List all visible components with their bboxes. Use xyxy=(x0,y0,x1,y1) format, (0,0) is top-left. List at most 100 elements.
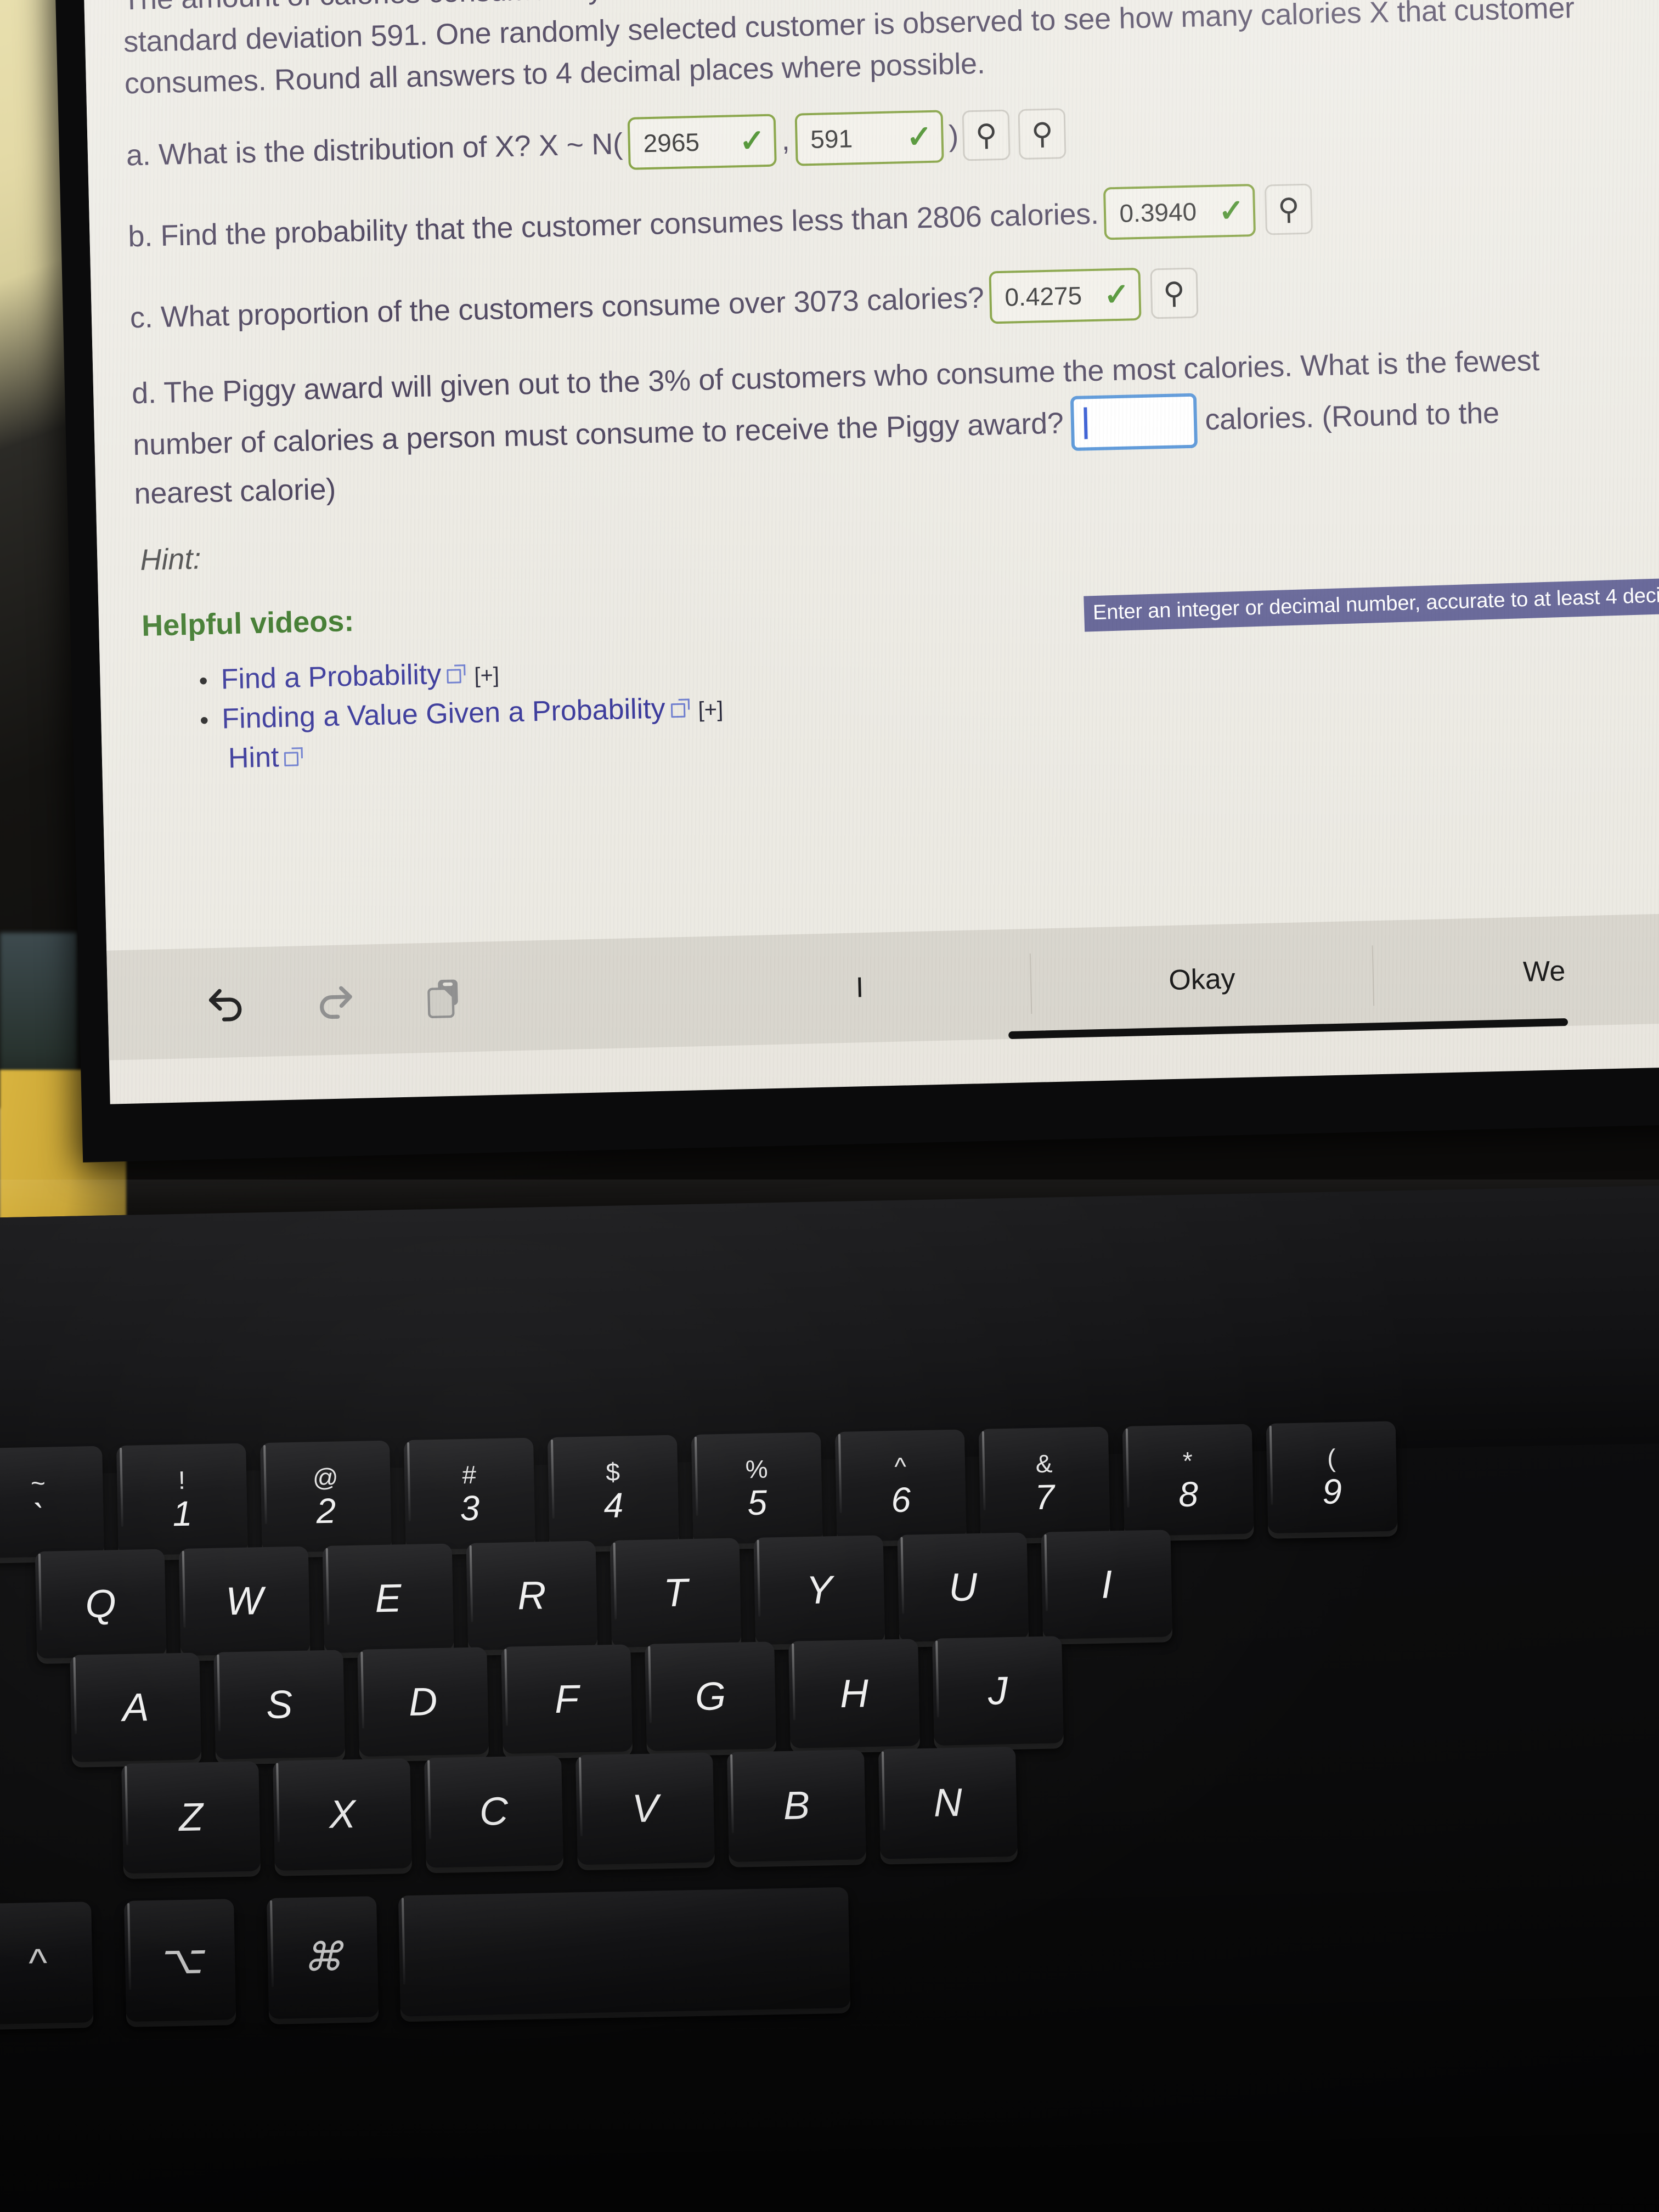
key-z[interactable]: Z xyxy=(121,1761,261,1874)
key-u[interactable]: U xyxy=(897,1532,1029,1642)
key-label: X xyxy=(329,1792,356,1837)
key-shift-label: $ xyxy=(605,1457,620,1487)
key-blank[interactable] xyxy=(398,1887,850,2017)
part-d-line2-after: calories. (Round to the xyxy=(1204,396,1500,437)
part-c-input[interactable]: 0.4275 ✓ xyxy=(989,267,1142,324)
key-7[interactable]: & 7 xyxy=(978,1426,1110,1539)
undo-icon[interactable] xyxy=(200,978,251,1028)
key-w[interactable]: W xyxy=(178,1546,311,1656)
keyboard-row-bottom: Z X CV B N xyxy=(121,1746,1032,1874)
key-label: 8 xyxy=(1178,1474,1199,1515)
key-n[interactable]: N xyxy=(878,1746,1018,1859)
part-b-value: 0.3940 xyxy=(1119,197,1197,228)
part-c-value: 0.4275 xyxy=(1004,281,1082,312)
part-b-helper-button[interactable]: ⚲ xyxy=(1264,183,1313,235)
key-shift-label: ! xyxy=(178,1465,186,1495)
key-⌘[interactable]: ⌘ xyxy=(266,1896,379,2019)
part-b-text: b. Find the probability that the custome… xyxy=(127,197,1099,253)
key-h[interactable]: H xyxy=(788,1639,920,1748)
video-link-find-a-probability[interactable]: Find a Probability xyxy=(221,658,442,696)
external-link-icon[interactable] xyxy=(447,664,466,684)
part-c-helper-button[interactable]: ⚲ xyxy=(1149,267,1199,319)
key-b[interactable]: B xyxy=(726,1750,866,1862)
part-a-prompt: a. What is the distribution of X? X ~ N( xyxy=(126,127,623,172)
key-label: ` xyxy=(32,1496,45,1537)
key-s[interactable]: S xyxy=(213,1650,346,1759)
check-icon: ✓ xyxy=(1103,276,1130,312)
key-label: 5 xyxy=(747,1482,768,1523)
prediction-2[interactable]: Okay xyxy=(1030,945,1375,1014)
bullet-icon: • xyxy=(199,666,208,695)
external-link-icon[interactable] xyxy=(284,747,303,767)
keyboard-row-home: A S DF G H J xyxy=(70,1636,1077,1762)
key-f[interactable]: F xyxy=(501,1644,633,1754)
key-x[interactable]: X xyxy=(273,1758,412,1871)
key-^[interactable]: ^ xyxy=(0,1901,94,2025)
key-3[interactable]: #3 xyxy=(403,1437,535,1550)
key-label: 9 xyxy=(1322,1471,1342,1512)
hint-link[interactable]: Hint xyxy=(228,741,279,775)
answer-key-icon: ⚲ xyxy=(975,119,998,152)
key-y[interactable]: Y xyxy=(753,1535,885,1645)
part-a-helper-button-1[interactable]: ⚲ xyxy=(962,109,1011,161)
part-a-helper-button-2[interactable]: ⚲ xyxy=(1018,108,1066,160)
bullet-icon: • xyxy=(199,706,210,735)
part-a-mean-input[interactable]: 2965 ✓ xyxy=(627,114,777,170)
key-1[interactable]: ! 1 xyxy=(116,1443,248,1556)
key-c[interactable]: C xyxy=(424,1755,563,1868)
key-label: Z xyxy=(178,1795,204,1840)
key-label: 4 xyxy=(603,1485,624,1526)
answer-key-icon: ⚲ xyxy=(1031,117,1054,151)
key-label: S xyxy=(266,1682,293,1727)
key-j[interactable]: J xyxy=(932,1636,1064,1746)
key-label: T xyxy=(663,1570,689,1615)
problem-statement: The amount of calories consumed by custo… xyxy=(122,0,1586,100)
part-a-sd-input[interactable]: 591 ✓ xyxy=(794,110,944,166)
redo-icon[interactable] xyxy=(310,975,360,1025)
key-r[interactable]: R xyxy=(466,1541,598,1650)
key-`[interactable]: ~ ` xyxy=(0,1446,104,1559)
key-label: Y xyxy=(805,1567,833,1612)
key-label: U xyxy=(948,1565,978,1610)
part-d-answer-input[interactable] xyxy=(1070,393,1198,451)
check-icon: ✓ xyxy=(738,123,766,159)
key-2[interactable]: @2 xyxy=(260,1440,392,1553)
key-4[interactable]: $4 xyxy=(547,1435,679,1548)
key-shift-label: & xyxy=(1035,1449,1053,1479)
key-e[interactable]: E xyxy=(322,1543,454,1653)
video-link-finding-a-value[interactable]: Finding a Value Given a Probability xyxy=(222,692,666,736)
key-⌥[interactable]: ⌥ xyxy=(124,1899,236,2022)
key-6[interactable]: ^ 6 xyxy=(834,1429,967,1542)
key-a[interactable]: A xyxy=(70,1652,202,1762)
key-g[interactable]: G xyxy=(645,1641,776,1751)
key-5[interactable]: % 5 xyxy=(691,1432,823,1545)
key-shift-label: % xyxy=(745,1454,769,1484)
magic-keyboard: ~ `! 1 @2 #3 $4% 5 ^ 6 & 7 * 8(9 QWERTYUI ASDFGHJ ZX… xyxy=(0,1184,1659,2212)
key-label: A xyxy=(122,1685,150,1730)
external-link-icon[interactable] xyxy=(670,698,690,718)
key-shift-label: * xyxy=(1182,1446,1193,1475)
key-9[interactable]: (9 xyxy=(1266,1421,1398,1533)
key-q[interactable]: Q xyxy=(35,1549,167,1659)
key-t[interactable]: T xyxy=(610,1538,742,1647)
question-part-d: d. The Piggy award will given out to the… xyxy=(131,337,1659,515)
expand-toggle[interactable]: [+] xyxy=(474,663,500,689)
part-a-mean-value: 2965 xyxy=(643,127,700,158)
paste-icon[interactable] xyxy=(420,972,470,1023)
key-label: N xyxy=(933,1780,963,1825)
prediction-1[interactable]: I xyxy=(688,953,1032,1022)
key-label: G xyxy=(695,1674,726,1719)
key-8[interactable]: * 8 xyxy=(1122,1424,1254,1536)
key-i[interactable]: I xyxy=(1041,1530,1173,1639)
expand-toggle[interactable]: [+] xyxy=(698,697,724,723)
photo-scene: The amount of calories consumed by custo… xyxy=(0,0,1659,2212)
key-label: ^ xyxy=(27,1940,47,1985)
key-shift-label: ^ xyxy=(894,1452,907,1481)
part-b-input[interactable]: 0.3940 ✓ xyxy=(1103,184,1256,240)
key-d[interactable]: D xyxy=(357,1647,489,1757)
key-label: J xyxy=(988,1668,1008,1713)
key-label: ⌥ xyxy=(156,1938,204,1983)
prediction-3[interactable]: We xyxy=(1373,938,1659,1006)
key-v[interactable]: V xyxy=(575,1752,715,1865)
key-label: B xyxy=(783,1784,810,1828)
